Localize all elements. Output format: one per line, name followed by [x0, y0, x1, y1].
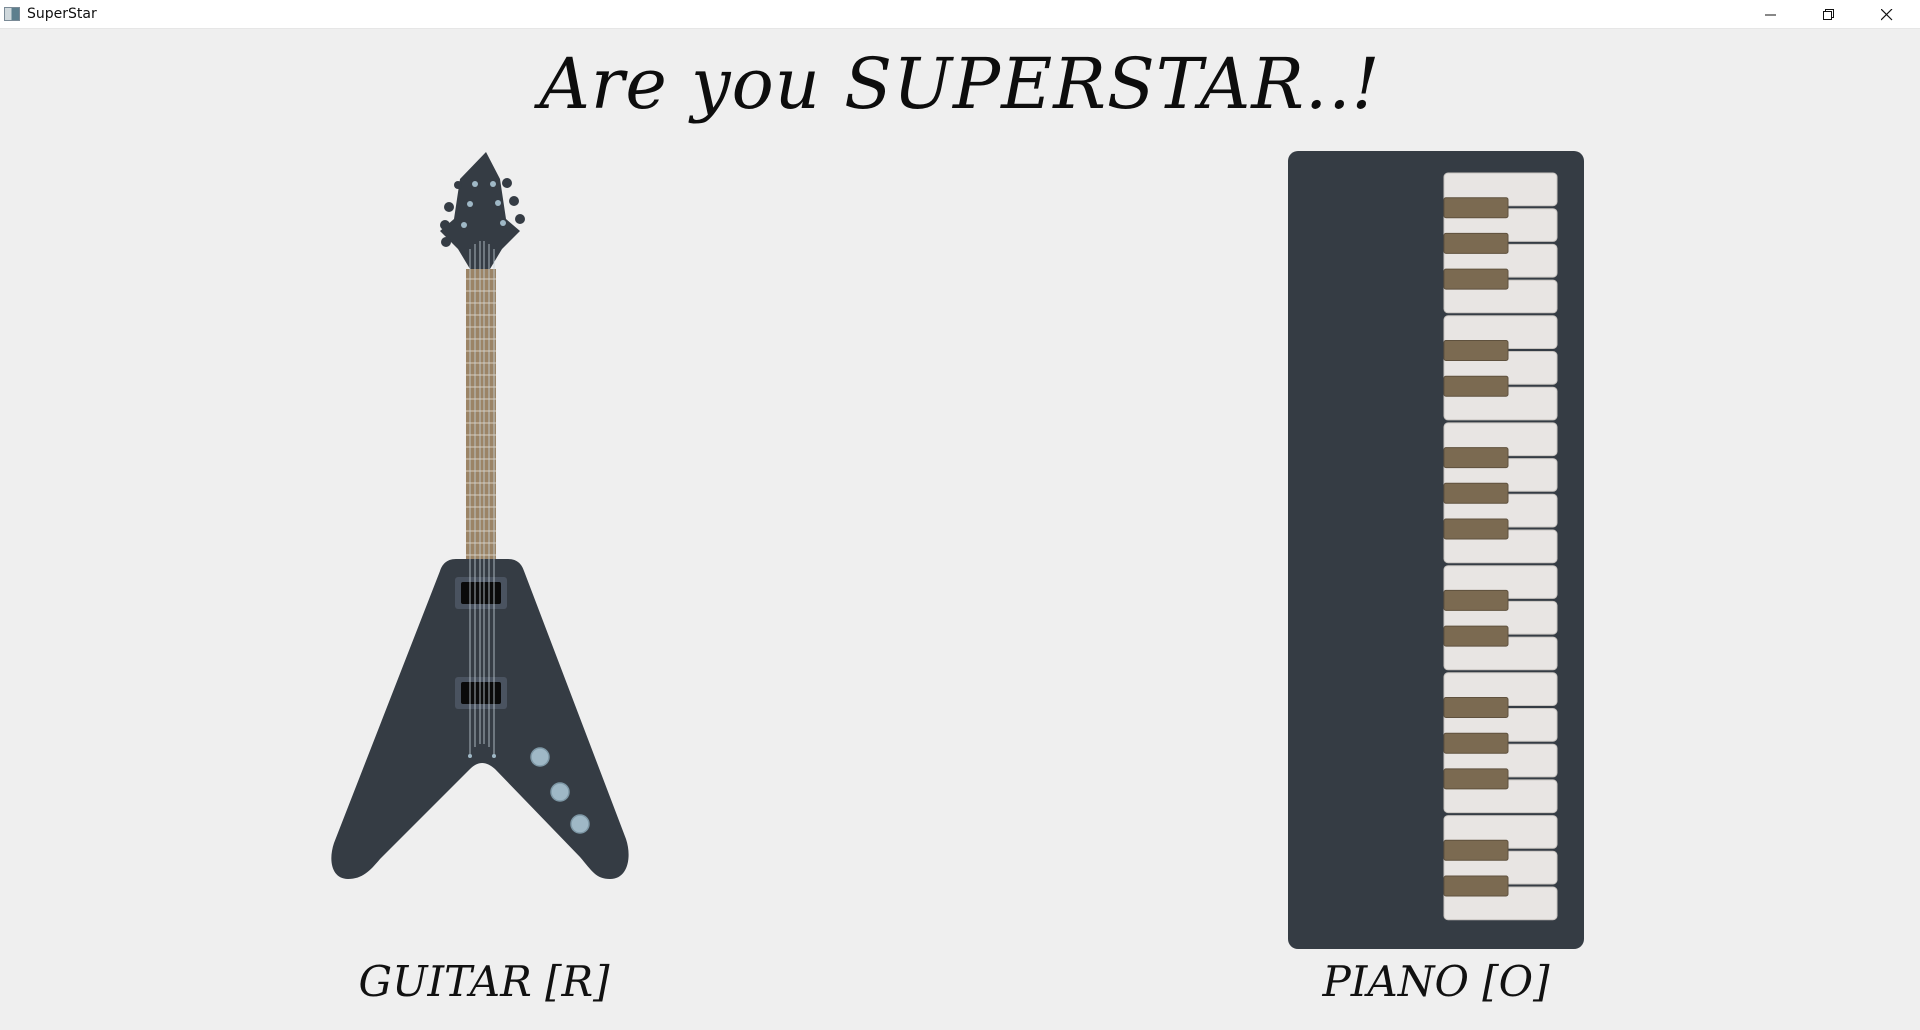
piano-black-key — [1443, 340, 1509, 361]
page-title: Are you SUPERSTAR..! — [539, 43, 1381, 125]
piano-black-key — [1443, 589, 1509, 611]
piano-black-key — [1443, 518, 1509, 540]
app-icon — [4, 7, 20, 21]
minimize-icon — [1765, 14, 1776, 16]
title-bar: SuperStar — [0, 0, 1920, 29]
piano-black-key — [1443, 697, 1509, 718]
piano-label: PIANO [O] — [1322, 957, 1550, 1006]
piano-black-key — [1443, 232, 1509, 254]
piano-black-key — [1443, 875, 1509, 897]
piano-black-key — [1443, 482, 1509, 504]
close-button[interactable] — [1858, 0, 1916, 29]
close-icon — [1881, 9, 1893, 21]
piano-icon — [1288, 151, 1584, 949]
piano-button[interactable] — [1286, 151, 1586, 951]
main-content: Are you SUPERSTAR..! GUITAR [R] PIANO [O… — [0, 29, 1920, 1030]
piano-black-key — [1443, 625, 1509, 647]
piano-black-key — [1443, 447, 1509, 469]
guitar-button[interactable] — [330, 149, 630, 949]
window-title: SuperStar — [27, 6, 97, 22]
piano-black-key — [1443, 375, 1509, 397]
guitar-label: GUITAR [R] — [358, 957, 610, 1006]
piano-black-key — [1443, 768, 1509, 790]
guitar-icon — [331, 152, 629, 879]
piano-black-key — [1443, 839, 1509, 861]
minimize-button[interactable] — [1742, 0, 1800, 29]
piano-black-key — [1443, 732, 1509, 754]
restore-icon — [1823, 9, 1834, 20]
piano-black-key — [1443, 197, 1509, 219]
maximize-button[interactable] — [1800, 0, 1858, 29]
piano-black-key — [1443, 268, 1509, 290]
